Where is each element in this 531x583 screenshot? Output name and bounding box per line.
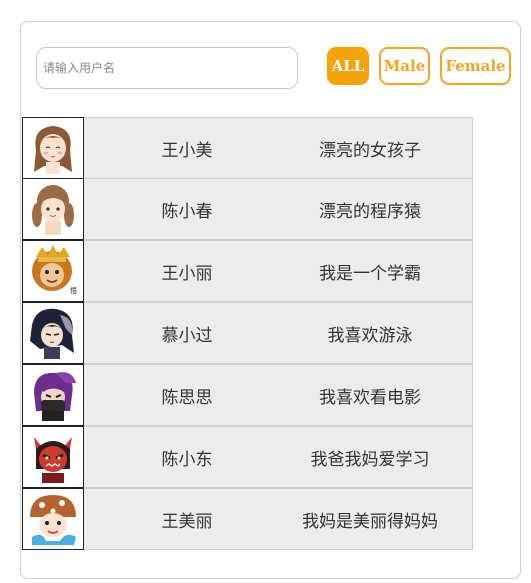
user-info: 陈思思 我喜欢看电影: [84, 364, 473, 426]
filter-all-button[interactable]: ALL: [327, 47, 369, 85]
user-description: 我是一个学霸: [319, 263, 421, 284]
user-description: 我喜欢看电影: [319, 387, 421, 408]
user-info: 王小美 漂亮的女孩子: [84, 117, 473, 179]
user-name: 王小丽: [161, 263, 213, 284]
user-table: 王小美 漂亮的女孩子 陈小春 漂亮的程序猿 悟 王小丽 我是一个学霸 慕小过 我…: [22, 117, 473, 551]
user-name: 陈思思: [161, 387, 213, 408]
table-row: 陈小东 我爸我妈爱学习: [22, 426, 473, 489]
user-info: 陈小春 漂亮的程序猿: [84, 178, 473, 240]
user-info: 陈小东 我爸我妈爱学习: [84, 426, 473, 488]
table-row: 王美丽 我妈是美丽得妈妈: [22, 488, 473, 551]
girl-long-hair-avatar-icon: [34, 126, 72, 174]
user-info: 王美丽 我妈是美丽得妈妈: [84, 488, 473, 550]
user-name: 王美丽: [161, 511, 213, 532]
table-row: 陈小春 漂亮的程序猿: [22, 178, 473, 241]
avatar: [22, 426, 84, 488]
dark-hair-warrior-avatar-icon: [30, 308, 74, 359]
user-description: 漂亮的程序猿: [319, 201, 421, 222]
user-name: 陈小东: [161, 449, 213, 470]
user-description: 我喜欢游泳: [327, 325, 413, 346]
user-info: 王小丽 我是一个学霸: [84, 240, 473, 302]
masked-ninja-avatar-icon: [34, 372, 76, 421]
avatar: [22, 488, 84, 550]
search-input[interactable]: [36, 47, 298, 89]
user-name: 慕小过: [161, 325, 213, 346]
user-info: 慕小过 我喜欢游泳: [84, 302, 473, 364]
filter-female-button[interactable]: Female: [440, 47, 511, 85]
table-row: 慕小过 我喜欢游泳: [22, 302, 473, 365]
girl-pigtails-avatar-icon: [32, 185, 74, 235]
svg-text:悟: 悟: [70, 286, 77, 295]
table-row: 悟 王小丽 我是一个学霸: [22, 240, 473, 303]
user-name: 陈小春: [161, 201, 213, 222]
mushroom-kid-avatar-icon: [30, 495, 76, 545]
avatar: [22, 364, 84, 426]
filter-male-button[interactable]: Male: [379, 47, 430, 85]
user-description: 漂亮的女孩子: [319, 140, 421, 161]
user-name: 王小美: [161, 140, 213, 161]
user-description: 我妈是美丽得妈妈: [302, 511, 438, 532]
table-row: 王小美 漂亮的女孩子: [22, 117, 473, 179]
user-description: 我爸我妈爱学习: [310, 449, 430, 470]
avatar: [22, 302, 84, 364]
red-demon-avatar-icon: [34, 437, 72, 483]
avatar: 悟: [22, 240, 84, 302]
monkey-king-avatar-icon: 悟: [32, 245, 77, 295]
avatar: [22, 117, 84, 179]
avatar: [22, 178, 84, 240]
table-row: 陈思思 我喜欢看电影: [22, 364, 473, 427]
